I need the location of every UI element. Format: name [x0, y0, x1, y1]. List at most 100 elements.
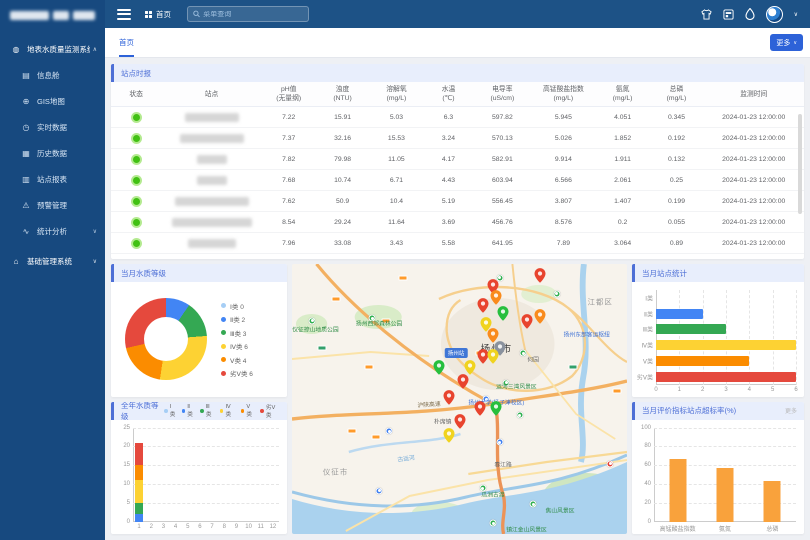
user-avatar[interactable]: [766, 6, 783, 23]
legend-label: Ⅰ类 0: [230, 301, 244, 311]
stats-icon: ∿: [20, 227, 32, 236]
road-badge: [612, 388, 621, 393]
more-button[interactable]: 更多 ∨: [770, 34, 803, 51]
station-name-cell: [161, 128, 262, 149]
table-row[interactable]: 7.9633.083.435.58641.957.893.0640.892024…: [111, 233, 804, 254]
station-pin-red[interactable]: [477, 298, 488, 318]
value-cell: 11.64: [370, 212, 424, 233]
vbar-总磷: [764, 481, 781, 522]
panel-more-link[interactable]: 更多: [785, 406, 797, 415]
search-input[interactable]: [203, 11, 303, 18]
legend-item[interactable]: Ⅳ类 6: [221, 341, 253, 351]
legend-item[interactable]: Ⅱ类: [182, 403, 196, 419]
legend-item[interactable]: Ⅳ类: [220, 403, 236, 419]
theme-shirt-icon[interactable]: [701, 9, 712, 20]
status-dot: [131, 154, 142, 165]
x-tick-label: 12: [270, 524, 277, 530]
table-row[interactable]: 8.5429.2411.643.69456.768.5760.20.055202…: [111, 212, 804, 233]
legend-label: 劣Ⅴ类: [266, 403, 280, 419]
hamburger-menu-icon[interactable]: [117, 6, 131, 22]
topbar-home-link[interactable]: 首页: [145, 9, 171, 20]
station-pin-yellow[interactable]: [488, 349, 499, 369]
sidebar-item-统计分析[interactable]: ∿统计分析∨: [0, 218, 105, 244]
value-cell: 0.345: [650, 107, 704, 128]
status-dot: [131, 217, 142, 228]
tab-home[interactable]: 首页: [119, 28, 134, 57]
panel-title: 当月评价指标站点超标率(%): [642, 405, 736, 416]
alert-icon: ⚠: [20, 201, 32, 210]
x-tick-label: 8: [223, 524, 226, 530]
legend-item[interactable]: Ⅲ类: [200, 403, 215, 419]
station-pin-red[interactable]: [457, 374, 468, 394]
value-cell: 597.82: [474, 107, 531, 128]
legend-item[interactable]: Ⅴ类: [241, 403, 256, 419]
sidebar-group-1[interactable]: ⌂基础管理系统∨: [0, 248, 105, 274]
value-cell: 6.566: [531, 170, 596, 191]
table-row[interactable]: 7.3732.1615.533.24570.135.0261.8520.1922…: [111, 128, 804, 149]
sidebar-item-历史数据[interactable]: ▦历史数据: [0, 140, 105, 166]
table-scrollbar[interactable]: [798, 114, 802, 214]
topbar: 首页 ∨: [105, 0, 810, 28]
station-pin-red[interactable]: [521, 314, 532, 334]
sidebar-item-GIS地图[interactable]: ⊕GIS地图: [0, 88, 105, 114]
station-pin-yellow[interactable]: [444, 428, 455, 448]
station-pin-orange[interactable]: [534, 309, 545, 329]
value-cell: 3.69: [423, 212, 473, 233]
legend-item[interactable]: Ⅲ类 3: [221, 328, 253, 338]
y-tick-label: 25: [123, 425, 130, 431]
value-cell: 15.91: [316, 107, 370, 128]
value-cell: 2024-01-23 12:00:00: [703, 170, 804, 191]
search-icon: [193, 10, 200, 18]
legend-item[interactable]: Ⅰ类: [164, 403, 177, 419]
sidebar-item-信息舱[interactable]: ▤信息舱: [0, 62, 105, 88]
sidebar-item-预警管理[interactable]: ⚠预警管理: [0, 192, 105, 218]
legend-item[interactable]: Ⅰ类 0: [221, 301, 253, 311]
station-map[interactable]: 扬州市江都区仪征市扬州站何园运河三湾风景区扬州大学(扬子津校区)沪陕高速扬州西郊…: [292, 264, 627, 534]
value-cell: 582.91: [474, 149, 531, 170]
legend-label: Ⅱ类: [187, 404, 195, 418]
station-stats-chart: 0123456Ⅰ类Ⅱ类Ⅲ类Ⅳ类Ⅴ类劣Ⅴ类: [656, 290, 796, 385]
monthly-station-stats-panel: 当月站点统计 0123456Ⅰ类Ⅱ类Ⅲ类Ⅳ类Ⅴ类劣Ⅴ类: [632, 264, 804, 397]
station-pin-green[interactable]: [491, 401, 502, 421]
bottom-grid: 当月水质等级 Ⅰ类 0Ⅱ类 2Ⅲ类 3Ⅳ类 6Ⅴ类 4劣Ⅴ类 6 全年水质等级: [111, 264, 804, 534]
col-header-0: 状态: [111, 82, 161, 107]
value-cell: 603.94: [474, 170, 531, 191]
sidebar-item-实时数据[interactable]: ◷实时数据: [0, 114, 105, 140]
avatar-chevron-down-icon[interactable]: ∨: [794, 11, 798, 18]
station-pin-green[interactable]: [498, 306, 509, 326]
col-header-2: pH值(无量纲): [262, 82, 316, 107]
fullscreen-icon[interactable]: [723, 9, 734, 20]
y-tick-label: 80: [644, 443, 651, 449]
sidebar-group-0[interactable]: ◍地表水质量监测系统∧: [0, 36, 105, 62]
legend-item[interactable]: 劣Ⅴ类 6: [221, 368, 253, 378]
x-tick-label: 10: [245, 524, 252, 530]
legend-item[interactable]: Ⅱ类 2: [221, 314, 253, 324]
station-name-cell: [161, 170, 262, 191]
station-pin-red[interactable]: [534, 268, 545, 288]
legend-dot: [241, 409, 245, 413]
menu-search[interactable]: [187, 6, 309, 22]
station-pin-red[interactable]: [454, 414, 465, 434]
table-row[interactable]: 7.6810.746.714.43603.946.5662.0610.25202…: [111, 170, 804, 191]
table-row[interactable]: 7.8279.9811.054.17582.919.9141.9110.1322…: [111, 149, 804, 170]
legend-label: Ⅲ类: [206, 404, 215, 418]
panel-title: 当月水质等级: [121, 268, 166, 279]
status-dot: [131, 196, 142, 207]
sidebar-item-站点报表[interactable]: ▥站点报表: [0, 166, 105, 192]
value-cell: 15.53: [370, 128, 424, 149]
table-row[interactable]: 7.6250.910.45.19556.453.8071.4070.199202…: [111, 191, 804, 212]
water-drop-icon[interactable]: [745, 8, 755, 20]
station-pin-red[interactable]: [474, 401, 485, 421]
col-header-9: 总磷(mg/L): [650, 82, 704, 107]
station-pin-red[interactable]: [444, 390, 455, 410]
station-name-cell: [161, 149, 262, 170]
legend-item[interactable]: Ⅴ类 4: [221, 355, 253, 365]
value-cell: 29.24: [316, 212, 370, 233]
home-label: 首页: [156, 9, 171, 20]
y-category-label: 劣Ⅴ类: [637, 372, 653, 381]
legend-dot: [221, 303, 226, 308]
table-row[interactable]: 7.2215.915.036.3597.825.9454.0510.345202…: [111, 107, 804, 128]
legend-item[interactable]: 劣Ⅴ类: [260, 403, 280, 419]
station-pin-green[interactable]: [434, 360, 445, 380]
y-category-label: Ⅳ类: [641, 341, 653, 350]
